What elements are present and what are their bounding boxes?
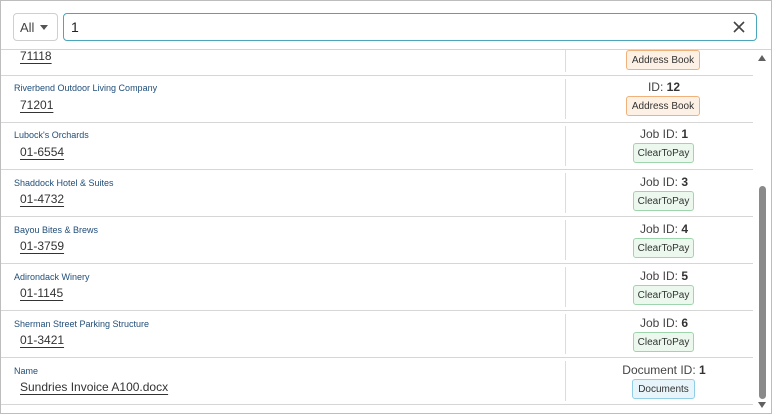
filter-selected-label: All xyxy=(20,19,35,35)
item-id-value: 12 xyxy=(666,80,681,94)
item-code-link[interactable]: 01-3421 xyxy=(20,333,64,347)
item-id-label: ID: xyxy=(647,80,664,94)
item-code-link[interactable]: 01-3759 xyxy=(20,239,64,253)
search-input[interactable] xyxy=(64,14,714,40)
item-name: Lubock's Orchards xyxy=(14,130,89,140)
item-id: Job ID: 3 xyxy=(566,175,753,189)
item-id-value: 1 xyxy=(681,127,689,141)
search-box xyxy=(63,13,757,41)
item-name: Sherman Street Parking Structure xyxy=(14,319,150,329)
address-book-badge[interactable]: Address Book xyxy=(626,50,700,70)
item-id: Job ID: 5 xyxy=(566,269,753,283)
scrollbar-thumb[interactable] xyxy=(759,186,766,399)
item-code-link[interactable]: 01-1145 xyxy=(20,286,63,300)
list-item[interactable]: Adirondack Winery 01-1145 Job ID: 5 Clea… xyxy=(1,264,753,311)
item-id-value: 5 xyxy=(681,269,689,283)
vertical-scrollbar[interactable] xyxy=(754,50,771,412)
item-id-label: Job ID: xyxy=(639,127,678,141)
arrow-up-icon[interactable] xyxy=(758,55,766,61)
item-name: Name xyxy=(14,366,39,376)
item-id-value: 6 xyxy=(681,316,689,330)
item-name: Riverbend Outdoor Living Company xyxy=(14,83,158,93)
clear-to-pay-badge[interactable]: ClearToPay xyxy=(633,238,694,258)
item-id: Document ID: 1 xyxy=(566,363,753,377)
list-item[interactable]: Riverbend Outdoor Living Company 71201 I… xyxy=(1,76,753,123)
item-id-label: Document ID: xyxy=(622,363,696,377)
column-divider xyxy=(565,50,566,72)
list-item[interactable]: Name Sundries Invoice A100.docx Document… xyxy=(1,358,753,405)
arrow-down-icon[interactable] xyxy=(758,402,766,408)
address-book-badge[interactable]: Address Book xyxy=(626,96,700,116)
item-id: Job ID: 6 xyxy=(566,316,753,330)
clear-to-pay-badge[interactable]: ClearToPay xyxy=(633,285,694,305)
list-item[interactable]: 71118 Address Book xyxy=(1,50,753,76)
item-id: Job ID: 1 xyxy=(566,127,753,141)
item-id-value: 3 xyxy=(681,175,689,189)
item-code-link[interactable]: 01-4732 xyxy=(20,192,64,206)
close-icon[interactable] xyxy=(732,20,746,34)
item-id-value: 4 xyxy=(681,222,689,236)
list-item[interactable]: Lubock's Orchards 01-6554 Job ID: 1 Clea… xyxy=(1,123,753,170)
list-item[interactable]: Shaddock Hotel & Suites 01-4732 Job ID: … xyxy=(1,170,753,217)
item-code-link[interactable]: 71201 xyxy=(20,98,53,112)
item-name: Adirondack Winery xyxy=(14,272,90,282)
clear-to-pay-badge[interactable]: ClearToPay xyxy=(633,143,694,163)
item-id-value: 1 xyxy=(699,363,706,377)
caret-down-icon xyxy=(40,24,49,30)
search-dialog: All 71118 Address Book Riverbend Outdoor… xyxy=(0,0,772,414)
item-id-label: Job ID: xyxy=(639,175,678,189)
item-id: ID: 12 xyxy=(566,80,753,94)
item-code-link[interactable]: 01-6554 xyxy=(20,145,64,159)
item-id: Job ID: 4 xyxy=(566,222,753,236)
documents-badge[interactable]: Documents xyxy=(632,379,695,399)
item-code-link[interactable]: 71118 xyxy=(20,50,52,63)
item-id-label: Job ID: xyxy=(639,222,678,236)
clear-to-pay-badge[interactable]: ClearToPay xyxy=(633,191,694,211)
item-id-label: Job ID: xyxy=(639,316,678,330)
list-item[interactable]: Sherman Street Parking Structure 01-3421… xyxy=(1,311,753,358)
clear-to-pay-badge[interactable]: ClearToPay xyxy=(633,332,694,352)
filter-dropdown[interactable]: All xyxy=(13,13,58,41)
search-bar: All xyxy=(1,1,771,50)
item-code-link[interactable]: Sundries Invoice A100.docx xyxy=(20,380,168,394)
item-id-label: Job ID: xyxy=(639,269,678,283)
item-name: Bayou Bites & Brews xyxy=(14,225,99,235)
results-list: 71118 Address Book Riverbend Outdoor Liv… xyxy=(1,50,753,411)
item-name: Shaddock Hotel & Suites xyxy=(14,178,114,188)
list-item[interactable]: Bayou Bites & Brews 01-3759 Job ID: 4 Cl… xyxy=(1,217,753,264)
